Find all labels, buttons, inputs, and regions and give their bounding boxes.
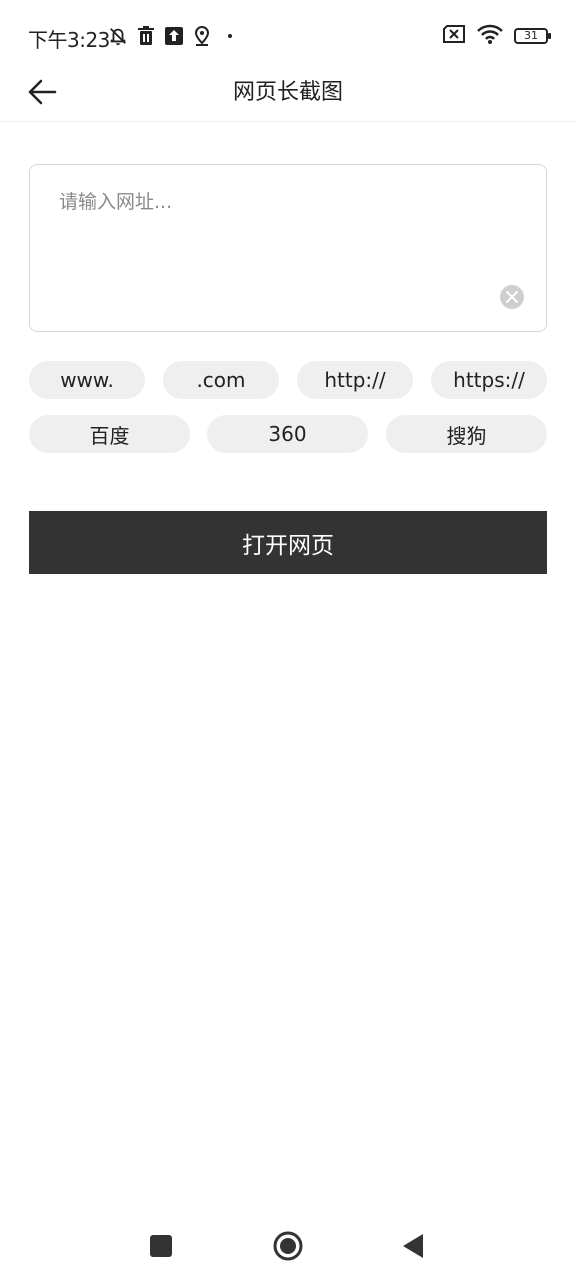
home-circle-icon [273,1231,303,1261]
home-button[interactable] [270,1228,306,1264]
recents-square-icon [150,1235,172,1257]
screen: 下午3:23 31 网页长截图 请输入网址... www. .com http:… [0,0,576,1280]
clear-input-button[interactable] [500,285,524,309]
chip-www[interactable]: www. [29,361,145,399]
chip-360[interactable]: 360 [207,415,368,453]
page-title: 网页长截图 [232,80,343,105]
chip-com[interactable]: .com [163,361,279,399]
clear-icon [506,291,518,303]
dot-icon [220,24,240,48]
chip-baidu[interactable]: 百度 [29,415,190,453]
status-time: 下午3:23 [28,28,110,52]
trash-icon [136,24,156,48]
status-icons-left [108,22,240,50]
sim-off-icon [442,25,466,47]
upload-icon [164,24,184,48]
chip-http[interactable]: http:// [297,361,413,399]
nav-bar [0,1210,576,1280]
battery-icon: 31 [514,28,551,44]
wifi-icon [476,23,504,49]
url-input[interactable] [59,187,499,217]
location-icon [192,24,212,48]
open-webpage-button[interactable]: 打开网页 [29,511,547,574]
url-input-box[interactable] [29,164,547,332]
status-icons-right: 31 [442,22,551,50]
back-triangle-icon [403,1234,423,1258]
app-bar: 网页长截图 [0,62,576,122]
status-bar: 下午3:23 31 [0,0,576,70]
nav-back-button[interactable] [395,1228,431,1264]
vibrate-off-icon [108,24,128,48]
chip-https[interactable]: https:// [431,361,547,399]
recents-button[interactable] [143,1228,179,1264]
chip-sogou[interactable]: 搜狗 [386,415,547,453]
